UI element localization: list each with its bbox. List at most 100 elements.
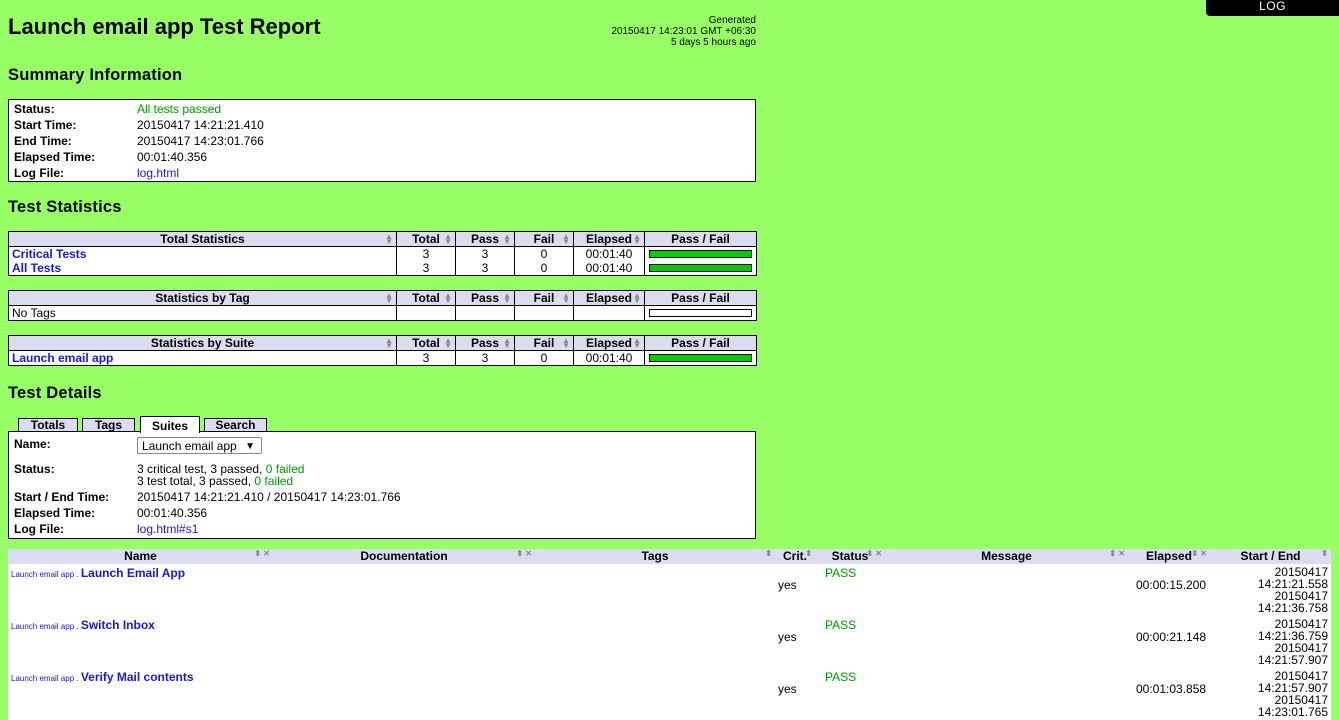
sort-icon: ▲ ▼ (503, 291, 511, 305)
col-documentation[interactable]: Documentation ⬍ ✕ (273, 549, 535, 564)
tab-tags[interactable]: Tags (82, 418, 135, 432)
summary-elapsed-label: Elapsed Time: (14, 150, 96, 164)
test-name-link[interactable]: Switch Inbox (81, 618, 155, 632)
col-elapsed[interactable]: Elapsed ▲ ▼ (573, 335, 645, 351)
startend-value: 20150417 14:21:21.410 / 20150417 14:23:0… (137, 490, 401, 504)
suite-prefix[interactable]: Launch email app . (11, 622, 81, 631)
status-line-total: 3 test total, 3 passed, 0 failed (137, 474, 294, 488)
summary-start-label: Start Time: (14, 118, 77, 132)
sort-icon: ⬍ (805, 549, 812, 558)
details-box: Name: Launch email app ▼ Status: 3 criti… (8, 431, 756, 539)
name-label: Name: (14, 437, 51, 451)
col-fail[interactable]: Fail ▲ ▼ (514, 335, 574, 351)
elapsed-cell: 00:00:21.148 (1136, 630, 1207, 644)
generated-info: Generated 20150417 14:23:01 GMT +06:30 5… (560, 15, 756, 48)
status-cell: PASS (825, 566, 857, 580)
summary-elapsed-value: 00:01:40.356 (137, 150, 208, 164)
tag-statistics-header[interactable]: Statistics by Tag ▲ ▼ (8, 290, 397, 306)
summary-end-value: 20150417 14:23:01.766 (137, 134, 264, 148)
col-pass-fail[interactable]: Pass / Fail (644, 290, 757, 306)
col-message[interactable]: Message ⬍ ✕ (885, 549, 1128, 564)
tab-suites[interactable]: Suites (140, 416, 200, 433)
startend-label: Start / End Time: (14, 490, 110, 504)
all-tests-link[interactable]: All Tests (12, 261, 61, 275)
table-row: Launch email app 3 3 0 00:01:40 (8, 350, 757, 366)
col-fail[interactable]: Fail ▲ ▼ (514, 231, 574, 247)
summary-start-value: 20150417 14:21:21.410 (137, 118, 264, 132)
elapsed-cell: 00:01:40 (573, 350, 645, 366)
crit-cell: yes (778, 630, 797, 644)
col-elapsed[interactable]: Elapsed ▲ ▼ (573, 290, 645, 306)
col-elapsed[interactable]: Elapsed ▲ ▼ (573, 231, 645, 247)
generated-label: Generated (708, 15, 756, 26)
pass-fail-bar (644, 350, 757, 366)
tab-search[interactable]: Search (204, 418, 267, 432)
col-pass[interactable]: Pass ▲ ▼ (455, 335, 515, 351)
sort-icon: ▲ ▼ (633, 336, 641, 350)
pass-cell: 3 (455, 350, 515, 366)
pass-bar (649, 250, 752, 258)
pass-fail-bar (644, 305, 757, 321)
details-heading: Test Details (8, 384, 102, 402)
elapsed-value: 00:01:40.356 (137, 506, 208, 520)
total-cell: 3 (396, 246, 456, 261)
sort-icon: ⬍ (1321, 549, 1328, 558)
suite-link[interactable]: Launch email app (12, 351, 113, 365)
sort-close-icon: ⬍ ✕ (1109, 549, 1125, 558)
col-total[interactable]: Total ▲ ▼ (396, 335, 456, 351)
sort-icon: ▲ ▼ (633, 291, 641, 305)
test-name-link[interactable]: Verify Mail contents (81, 670, 194, 684)
elapsed-label: Elapsed Time: (14, 506, 96, 520)
sort-icon: ▲ ▼ (562, 336, 570, 350)
col-total[interactable]: Total ▲ ▼ (396, 290, 456, 306)
logfile-link[interactable]: log.html#s1 (137, 522, 198, 536)
table-row: Critical Tests 3 3 0 00:01:40 (8, 246, 757, 261)
pass-bar (649, 354, 752, 362)
suite-prefix[interactable]: Launch email app . (11, 570, 81, 579)
suite-statistics-table: Statistics by Suite ▲ ▼ Total ▲ ▼ Pass ▲ ▼ Fai… (8, 335, 757, 366)
sort-icon: ⬍ (765, 549, 772, 558)
suite-prefix[interactable]: Launch email app . (11, 674, 81, 683)
col-tags[interactable]: Tags ⬍ (535, 549, 775, 564)
sort-icon: ▲ ▼ (503, 336, 511, 350)
sort-icon: ▲ ▼ (444, 291, 452, 305)
col-status[interactable]: Status ⬍ ✕ (815, 549, 885, 564)
statistics-heading: Test Statistics (8, 198, 122, 216)
fail-cell: 0 (514, 261, 574, 276)
summary-heading: Summary Information (8, 66, 183, 84)
sort-close-icon: ⬍ ✕ (866, 549, 882, 558)
col-pass-fail[interactable]: Pass / Fail (644, 231, 757, 247)
generated-time: 20150417 14:23:01 GMT +06:30 (611, 26, 756, 37)
test-name-link[interactable]: Launch Email App (81, 566, 185, 580)
critical-tests-link[interactable]: Critical Tests (12, 247, 86, 261)
suite-select[interactable]: Launch email app ▼ (137, 437, 262, 454)
summary-logfile-link[interactable]: log.html (137, 166, 179, 180)
col-fail[interactable]: Fail ▲ ▼ (514, 290, 574, 306)
col-elapsed[interactable]: Elapsed ⬍ ✕ (1128, 549, 1210, 564)
report-title: Launch email app Test Report (8, 14, 321, 39)
table-row: All Tests 3 3 0 00:01:40 (8, 261, 757, 276)
suite-statistics-header[interactable]: Statistics by Suite ▲ ▼ (8, 335, 397, 351)
col-pass-fail[interactable]: Pass / Fail (644, 335, 757, 351)
start-end-cell: 20150417 14:21:21.558 20150417 14:21:36.7… (1257, 565, 1328, 615)
tab-totals[interactable]: Totals (18, 418, 78, 432)
col-start-end[interactable]: Start / End ⬍ (1210, 549, 1331, 564)
col-pass[interactable]: Pass ▲ ▼ (455, 231, 515, 247)
col-name[interactable]: Name ⬍ ✕ (8, 549, 273, 564)
col-total[interactable]: Total ▲ ▼ (396, 231, 456, 247)
crit-cell: yes (778, 682, 797, 696)
col-crit[interactable]: Crit. ⬍ (775, 549, 815, 564)
pass-cell: 3 (455, 261, 515, 276)
generated-ago: 5 days 5 hours ago (670, 37, 756, 48)
summary-end-label: End Time: (14, 134, 72, 148)
total-statistics-header[interactable]: Total Statistics ▲ ▼ (8, 231, 397, 247)
elapsed-cell: 00:01:03.858 (1136, 682, 1207, 696)
col-pass[interactable]: Pass ▲ ▼ (455, 290, 515, 306)
suite-select-value: Launch email app (142, 439, 237, 453)
elapsed-cell: 00:01:40 (573, 261, 645, 276)
log-button[interactable]: LOG (1206, 0, 1339, 16)
sort-icon: ▲ ▼ (562, 232, 570, 246)
sort-icon: ▲ ▼ (385, 336, 393, 350)
pass-fail-bar (644, 246, 757, 261)
status-cell: PASS (825, 670, 857, 684)
